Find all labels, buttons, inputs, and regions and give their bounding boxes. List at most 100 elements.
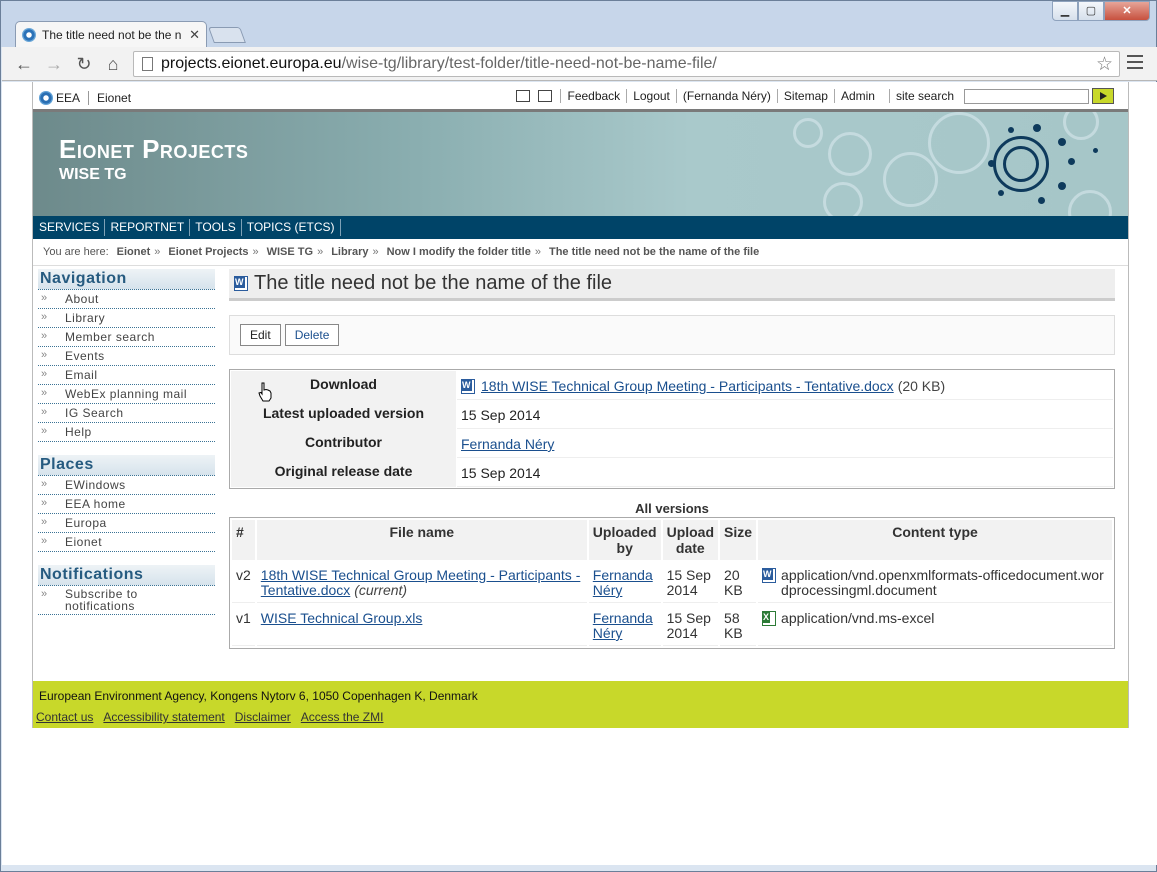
footer-accessibility-link[interactable]: Accessibility statement — [103, 710, 224, 724]
reload-icon[interactable]: ↻ — [72, 52, 96, 76]
sidebar-item-eionet[interactable]: » Eionet — [38, 533, 215, 552]
user-name: (Fernanda Néry) — [675, 89, 777, 103]
nav-topics[interactable]: TOPICS (ETCS) — [242, 219, 341, 236]
word-document-icon — [234, 276, 248, 291]
print-icon[interactable] — [516, 90, 531, 102]
sidebar-item-events[interactable]: » Events — [38, 347, 215, 366]
col-content-type: Content type — [758, 520, 1112, 560]
back-arrow-icon[interactable]: ← — [12, 52, 36, 76]
page-footer: European Environment Agency, Kongens Nyt… — [33, 681, 1128, 728]
sidebar-item-library[interactable]: » Library — [38, 309, 215, 328]
version-size: 20 KB — [720, 562, 757, 603]
sitemap-link[interactable]: Sitemap — [776, 89, 834, 103]
browser-window: The title need not be the n ✕ ▁ ▢ ✕ ← → … — [0, 0, 1157, 872]
version-num: v1 — [232, 605, 255, 646]
url-host: projects.eionet.europa.eu — [161, 55, 342, 72]
navigation-portlet: Navigation » About » Library » Member searc… — [38, 269, 215, 442]
version-file-link[interactable]: 18th WISE Technical Group Meeting - Part… — [261, 567, 581, 598]
notifications-title: Notifications — [38, 565, 215, 586]
download-link[interactable]: 18th WISE Technical Group Meeting - Part… — [481, 378, 894, 394]
url-path: /wise-tg/library/test-folder/title-need-… — [341, 55, 717, 72]
breadcrumb-item[interactable]: WISE TG — [267, 246, 313, 258]
browser-menu-icon[interactable] — [1127, 55, 1143, 73]
latest-version-value: 15 Sep 2014 — [457, 400, 1113, 429]
contributor-link[interactable]: Fernanda Néry — [461, 436, 554, 452]
places-title: Places — [38, 455, 215, 476]
home-icon[interactable]: ⌂ — [101, 52, 125, 76]
version-file-link[interactable]: WISE Technical Group.xls — [261, 610, 423, 626]
page-title: The title need not be the name of the fi… — [254, 272, 613, 294]
edit-button[interactable]: Edit — [240, 324, 281, 346]
tool-ribbon: EEA Eionet Feedback Logout (Fernanda Nér… — [33, 82, 1128, 112]
browser-tab[interactable]: The title need not be the n ✕ — [15, 21, 207, 47]
action-bar: Edit Delete — [229, 315, 1115, 402]
col-upload-date: Upload date — [662, 520, 719, 560]
sidebar-item-webex[interactable]: » WebEx planning mail — [38, 385, 215, 404]
version-num: v2 — [232, 562, 255, 603]
version-date: 15 Sep 2014 — [662, 562, 719, 603]
nav-tools[interactable]: TOOLS — [190, 219, 242, 236]
page-icon — [142, 57, 153, 71]
close-window-button[interactable]: ✕ — [1104, 1, 1150, 21]
navigation-title: Navigation — [38, 269, 215, 290]
feedback-link[interactable]: Feedback — [560, 89, 626, 103]
bookmark-star-icon[interactable]: ☆ — [1096, 53, 1113, 76]
sidebar-item-europa[interactable]: » Europa — [38, 514, 215, 533]
delete-button[interactable]: Delete — [284, 324, 340, 346]
sidebar-item-ig-search[interactable]: » IG Search — [38, 404, 215, 423]
eea-logo-icon — [39, 91, 53, 105]
breadcrumb-item[interactable]: Eionet Projects — [168, 246, 248, 258]
maximize-button[interactable]: ▢ — [1078, 1, 1104, 21]
footer-disclaimer-link[interactable]: Disclaimer — [235, 710, 291, 724]
address-bar[interactable]: projects.eionet.europa.eu/wise-tg/librar… — [133, 51, 1120, 77]
forward-arrow-icon[interactable]: → — [42, 52, 66, 76]
document-metadata: Download 18th WISE Technical Group Meeti… — [229, 369, 1115, 489]
page-title-bar: The title need not be the name of the fi… — [229, 269, 1115, 301]
top-navigation: SERVICES REPORTNET TOOLS TOPICS (ETCS) — [33, 216, 1128, 239]
logout-link[interactable]: Logout — [626, 89, 676, 103]
left-column: Navigation » About » Library » Member searc… — [38, 269, 215, 628]
sidebar-item-member-search[interactable]: » Member search — [38, 328, 215, 347]
latest-version-label: Latest uploaded version — [231, 400, 456, 429]
tab-title: The title need not be the n — [42, 27, 182, 42]
col-uploaded-by: Uploaded by — [588, 520, 661, 560]
version-uploader-link[interactable]: Fernanda Néry — [593, 610, 653, 641]
sidebar-item-eea-home[interactable]: » EEA home — [38, 495, 215, 514]
eionet-link[interactable]: Eionet — [97, 91, 131, 105]
minimize-button[interactable]: ▁ — [1052, 1, 1078, 21]
contributor-label: Contributor — [231, 429, 456, 458]
release-date-value: 15 Sep 2014 — [457, 458, 1113, 487]
col-size: Size — [720, 520, 757, 560]
page-viewport: EEA Eionet Feedback Logout (Fernanda Nér… — [2, 82, 1157, 865]
tab-close-icon[interactable]: ✕ — [189, 27, 200, 43]
breadcrumb: You are here: Eionet» Eionet Projects» W… — [33, 239, 1128, 266]
current-tag: (current) — [354, 582, 408, 598]
sidebar-item-ewindows[interactable]: » EWindows — [38, 476, 215, 495]
footer-zmi-link[interactable]: Access the ZMI — [301, 710, 384, 724]
col-file-name: File name — [256, 520, 587, 560]
version-uploader-link[interactable]: Fernanda Néry — [593, 567, 653, 598]
new-tab-button[interactable] — [208, 27, 246, 43]
sidebar-item-email[interactable]: » Email — [38, 366, 215, 385]
browser-toolbar: ← → ↻ ⌂ projects.eionet.europa.eu/wise-t… — [2, 47, 1157, 81]
breadcrumb-current: The title need not be the name of the fi… — [548, 246, 760, 258]
eionet-favicon-icon — [22, 27, 36, 42]
site-search-input[interactable] — [964, 88, 1089, 104]
fullscreen-icon[interactable] — [538, 90, 553, 102]
download-size: (20 KB) — [897, 378, 946, 394]
nav-reportnet[interactable]: REPORTNET — [105, 219, 191, 236]
sidebar-item-help[interactable]: » Help — [38, 423, 215, 442]
breadcrumb-item[interactable]: Now I modify the folder title — [387, 246, 531, 258]
sidebar-item-subscribe[interactable]: » Subscribe to notifications — [38, 586, 215, 615]
hand-cursor-icon — [258, 382, 272, 402]
breadcrumb-item[interactable]: Library — [331, 246, 368, 258]
eea-link[interactable]: EEA — [56, 91, 80, 105]
release-date-label: Original release date — [231, 458, 456, 487]
sidebar-item-about[interactable]: » About — [38, 290, 215, 309]
breadcrumb-item[interactable]: Eionet — [117, 246, 151, 258]
breadcrumb-lead: You are here: — [43, 246, 109, 258]
search-go-button[interactable] — [1092, 88, 1114, 104]
footer-contact-link[interactable]: Contact us — [36, 710, 93, 724]
admin-link[interactable]: Admin — [833, 89, 881, 103]
nav-services[interactable]: SERVICES — [33, 219, 106, 236]
